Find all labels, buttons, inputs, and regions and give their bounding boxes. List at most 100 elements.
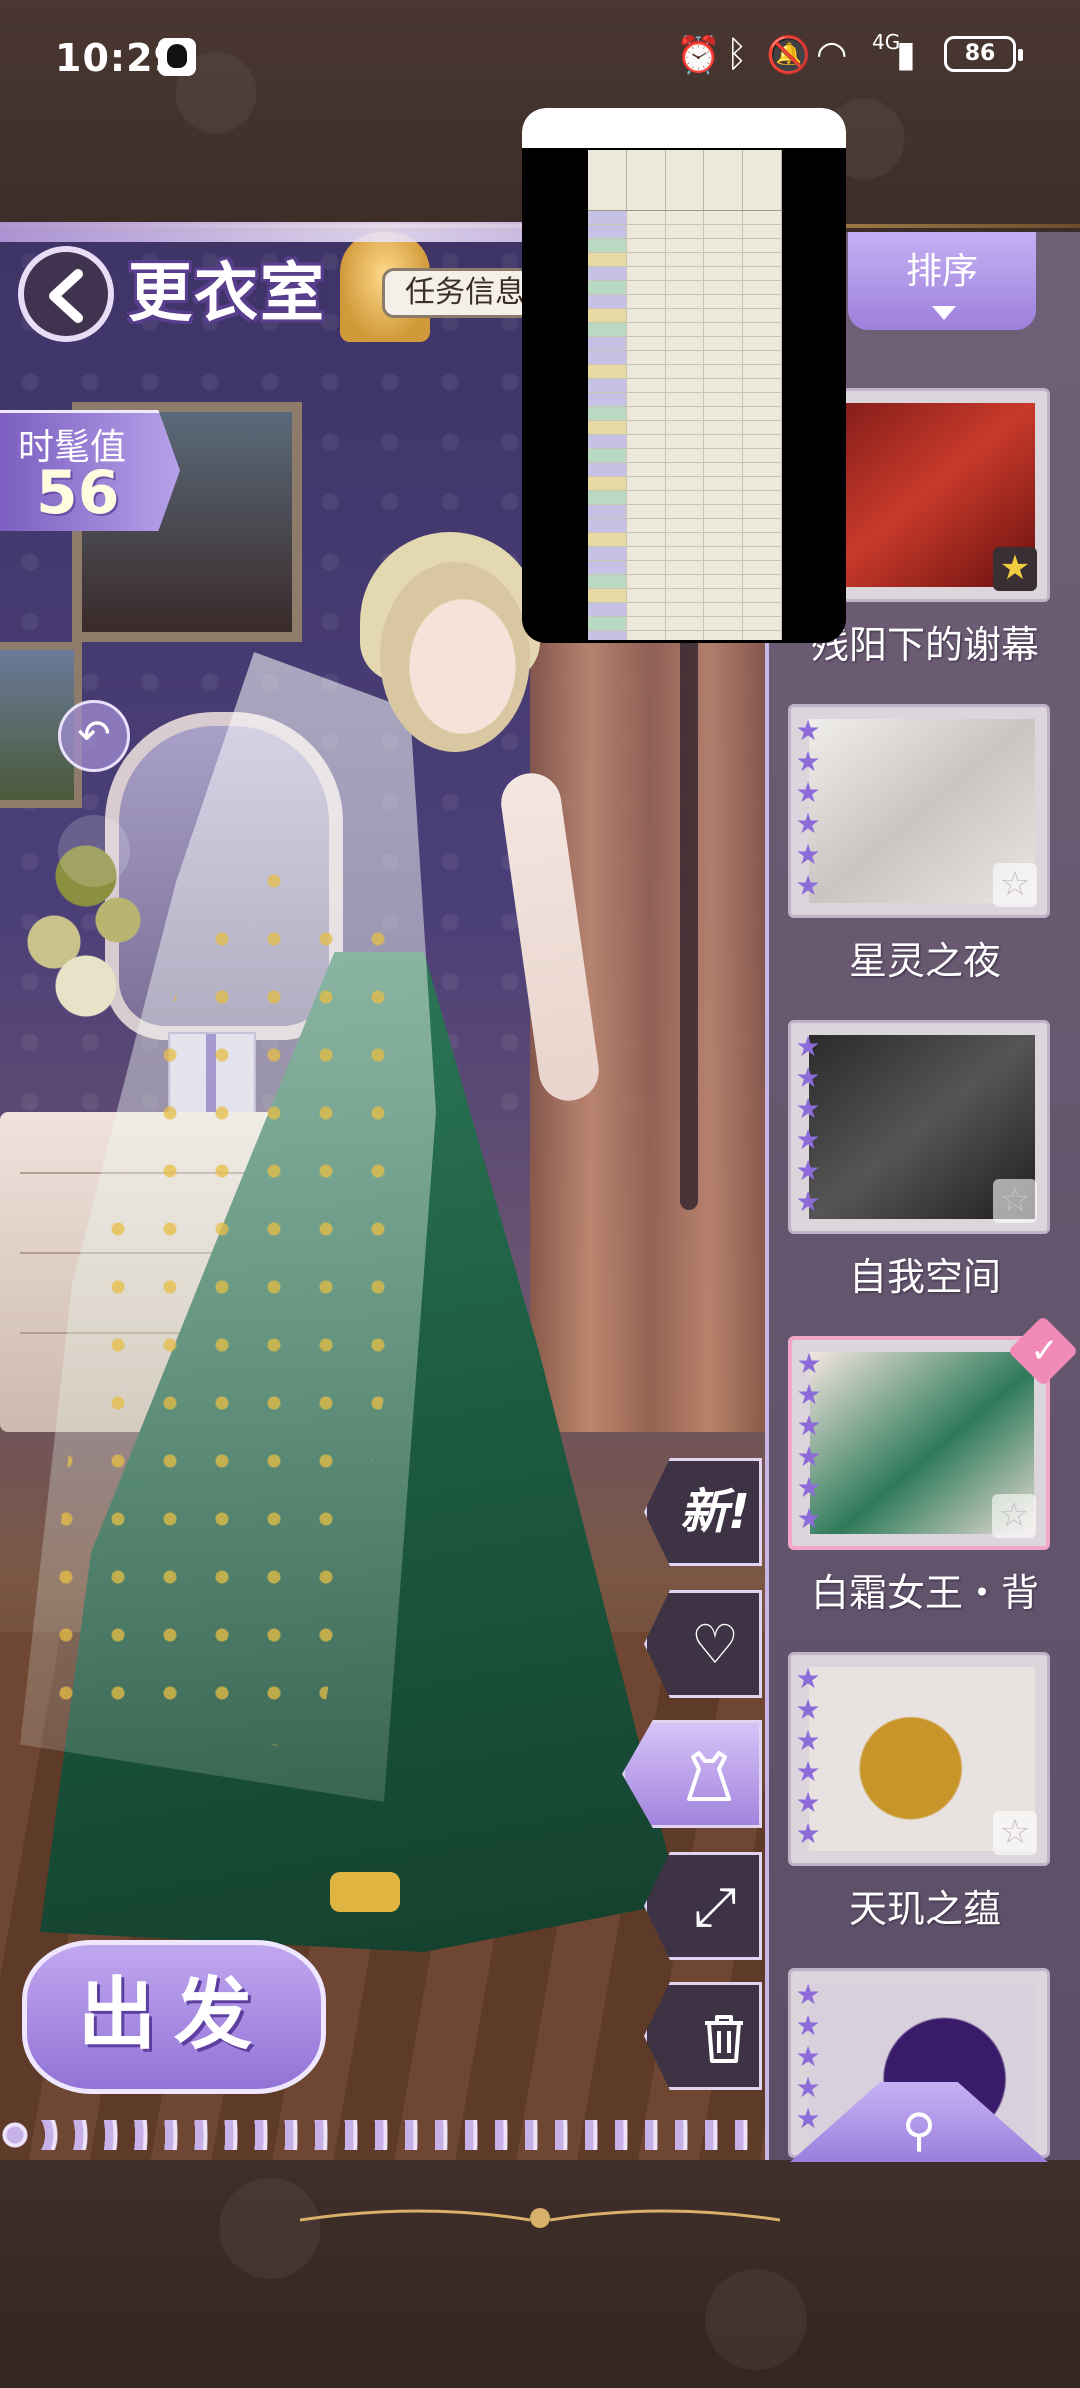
sheet-cell bbox=[588, 589, 627, 602]
back-button[interactable] bbox=[18, 246, 114, 342]
sheet-cell bbox=[666, 435, 705, 448]
rarity-stars-icon: ★ ★ ★ ★ ★ bbox=[795, 1978, 821, 2135]
sheet-cell bbox=[588, 505, 627, 518]
character-shoe bbox=[330, 1872, 400, 1912]
trash-icon bbox=[705, 2015, 743, 2063]
sheet-cell bbox=[666, 575, 705, 588]
fashion-value-badge: 时髦值 56 bbox=[0, 410, 195, 531]
favorite-star-icon[interactable]: ☆ bbox=[992, 1494, 1036, 1538]
sheet-cell bbox=[588, 533, 627, 546]
sheet-cell bbox=[627, 225, 666, 238]
sheet-cell bbox=[704, 575, 744, 588]
sheet-cell bbox=[704, 561, 744, 574]
sheet-cell bbox=[588, 435, 627, 448]
sheet-cell bbox=[666, 449, 705, 462]
sheet-cell bbox=[743, 463, 782, 476]
sheet-cell bbox=[588, 295, 627, 308]
sheet-cell bbox=[704, 505, 744, 518]
sheet-cell bbox=[588, 225, 627, 238]
go-button[interactable]: 出发 bbox=[22, 1940, 326, 2094]
sheet-cell bbox=[627, 309, 666, 322]
sheet-cell bbox=[627, 575, 666, 588]
go-button-label: 出发 bbox=[77, 1970, 270, 2060]
sheet-row bbox=[588, 505, 782, 519]
sheet-row bbox=[588, 239, 782, 253]
sheet-cell bbox=[588, 631, 627, 640]
floating-window-handle[interactable] bbox=[522, 108, 846, 148]
sheet-cell bbox=[627, 533, 666, 546]
bottom-flourish-ornament bbox=[300, 2208, 780, 2228]
sheet-cell bbox=[704, 267, 744, 280]
sheet-row bbox=[588, 435, 782, 449]
sheet-row bbox=[588, 393, 782, 407]
item-name: 星灵之夜 bbox=[848, 939, 1001, 983]
sheet-cell bbox=[588, 365, 627, 378]
faded-circle-button bbox=[58, 815, 130, 887]
sheet-cell bbox=[743, 281, 782, 294]
sheet-cell bbox=[588, 547, 627, 560]
sheet-cell bbox=[666, 533, 705, 546]
sheet-cell bbox=[666, 351, 705, 364]
sheet-cell bbox=[743, 407, 782, 420]
sheet-cell bbox=[627, 393, 666, 406]
sheet-cell bbox=[588, 477, 627, 490]
sheet-cell bbox=[588, 463, 627, 476]
sheet-cell bbox=[588, 519, 627, 532]
sheet-cell bbox=[666, 617, 705, 630]
sort-button[interactable]: 排序 bbox=[848, 232, 1036, 330]
sheet-cell bbox=[666, 309, 705, 322]
sheet-cell bbox=[666, 421, 705, 434]
sheet-cell bbox=[743, 477, 782, 490]
sheet-cell bbox=[588, 603, 627, 616]
rotate-button[interactable]: ↶ bbox=[58, 700, 130, 772]
sheet-cell bbox=[627, 337, 666, 350]
item-card[interactable]: ★ ★ ★ ★ ★ ★ ☆ bbox=[788, 1020, 1050, 1234]
item-card-selected[interactable]: ★ ★ ★ ★ ★ ★ ☆ bbox=[788, 1336, 1050, 1550]
sheet-cell bbox=[666, 295, 705, 308]
sheet-cell bbox=[627, 631, 666, 640]
item-card[interactable]: ★ ★ ★ ★ ★ ★ ☆ bbox=[788, 1652, 1050, 1866]
favorite-star-icon[interactable]: ★ bbox=[993, 547, 1037, 591]
sheet-cell bbox=[627, 491, 666, 504]
sheet-cell bbox=[704, 281, 744, 294]
sheet-cell bbox=[666, 589, 705, 602]
sheet-cell bbox=[666, 337, 705, 350]
sheet-row bbox=[588, 463, 782, 477]
sheet-cell bbox=[588, 491, 627, 504]
task-info-button[interactable]: 任务信息 bbox=[382, 268, 532, 318]
status-bar: 10:29 ⏰ ᛒ 🔕 ◠ 4G ▮ 86 bbox=[0, 0, 1080, 118]
floating-window[interactable] bbox=[522, 108, 846, 643]
new-label: 新! bbox=[680, 1484, 750, 1540]
favorite-star-icon[interactable]: ☆ bbox=[993, 863, 1037, 907]
sheet-cell bbox=[588, 253, 627, 266]
favorite-star-icon[interactable]: ☆ bbox=[993, 1811, 1037, 1855]
sheet-cell bbox=[588, 281, 627, 294]
sheet-cell bbox=[743, 295, 782, 308]
sheet-row bbox=[588, 267, 782, 281]
chevron-down-icon bbox=[932, 306, 956, 320]
sheet-row bbox=[588, 547, 782, 561]
sheet-cell bbox=[588, 393, 627, 406]
item-card[interactable]: ★ ★ ★ ★ ★ ★ ☆ bbox=[788, 704, 1050, 918]
sheet-cell bbox=[743, 267, 782, 280]
battery-icon: 86 bbox=[944, 36, 1023, 72]
rarity-stars-icon: ★ ★ ★ ★ ★ ★ bbox=[795, 714, 821, 902]
search-icon: ⚲ bbox=[902, 2103, 936, 2157]
sheet-cell bbox=[743, 617, 782, 630]
sheet-cell bbox=[743, 351, 782, 364]
sheet-row bbox=[588, 351, 782, 365]
sheet-cell bbox=[743, 225, 782, 238]
sheet-cell bbox=[666, 519, 705, 532]
sheet-cell bbox=[627, 463, 666, 476]
sheet-cell bbox=[627, 239, 666, 252]
heart-icon: ♡ bbox=[690, 1613, 740, 1676]
sheet-row bbox=[588, 421, 782, 435]
page-title: 更衣室 bbox=[128, 257, 326, 331]
item-name: 天玑之蕴 bbox=[848, 1887, 1001, 1931]
sheet-cell bbox=[666, 393, 705, 406]
sheet-cell bbox=[743, 449, 782, 462]
sheet-cell bbox=[666, 547, 705, 560]
sheet-cell bbox=[588, 239, 627, 252]
favorite-star-icon[interactable]: ☆ bbox=[993, 1179, 1037, 1223]
sheet-row bbox=[588, 589, 782, 603]
